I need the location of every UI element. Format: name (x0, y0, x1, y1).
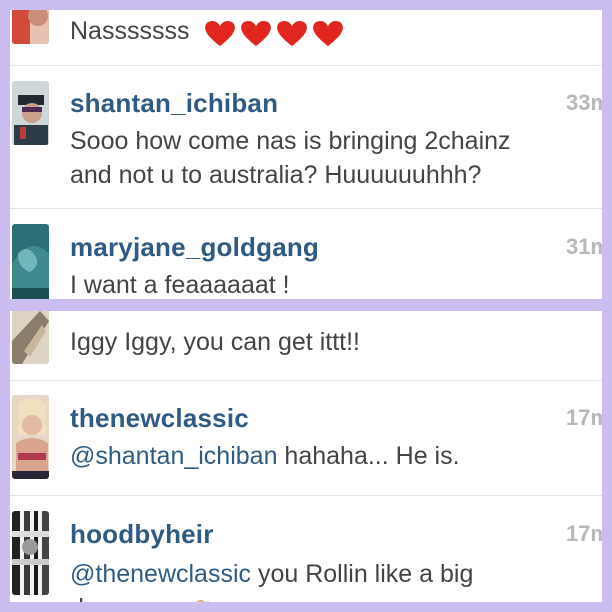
heart-icon (313, 20, 344, 46)
comment-row[interactable]: shantan_ichiban 33m Sooo how come nas is… (10, 66, 602, 209)
comment-text: Iggy Iggy, you can get ittt!! (70, 328, 360, 356)
timestamp: 33m (565, 90, 602, 115)
username[interactable]: maryjane_goldgang (70, 232, 319, 263)
comment-row[interactable]: Nasssssss (10, 10, 602, 66)
comment-row[interactable]: hoodbyheir 17m @thenewclassic you Rollin… (10, 497, 602, 602)
heart-icon (205, 20, 236, 46)
comment-text-value: Nasssssss (70, 17, 190, 45)
mention-link[interactable]: @shantan_ichiban (70, 442, 277, 470)
comment-row[interactable]: Iggy Iggy, you can get ittt!! (10, 311, 602, 381)
comment-text-line2: dawg now (70, 594, 183, 602)
comment-row[interactable]: thenewclassic 17m @shantan_ichiban hahah… (10, 381, 602, 496)
mention-link[interactable]: @thenewclassic (70, 560, 251, 588)
heart-icon (277, 20, 308, 46)
comment-text-line: and not u to australia? Huuuuuuhhh? (70, 161, 482, 189)
avatar[interactable] (12, 311, 49, 364)
username[interactable]: shantan_ichiban (70, 88, 278, 119)
avatar[interactable] (12, 10, 49, 44)
comment-text: Nasssssss (70, 14, 600, 49)
collage-frame: Nasssssss shantan_ichiban 33m Sooo how c… (10, 10, 602, 602)
avatar[interactable] (12, 395, 49, 479)
comment-text-rest: you Rollin like a big (251, 560, 474, 588)
heart-icon (241, 20, 272, 46)
comment-text: I want a feaaaaaat ! (70, 271, 290, 299)
avatar[interactable] (12, 81, 49, 145)
avatar[interactable] (12, 511, 49, 595)
comment-text: @shantan_ichiban hahaha... He is. (70, 439, 600, 473)
comments-panel-top[interactable]: Nasssssss shantan_ichiban 33m Sooo how c… (10, 10, 602, 299)
timestamp: 17m (565, 405, 602, 430)
comment-text-line: Sooo how come nas is bringing 2chainz (70, 127, 511, 155)
comment-row[interactable]: maryjane_goldgang 31m I want a feaaaaaat… (10, 210, 602, 299)
username[interactable]: hoodbyheir (70, 519, 214, 550)
comments-panel-bottom[interactable]: Iggy Iggy, you can get ittt!! thenewclas… (10, 311, 602, 602)
avatar[interactable] (12, 224, 49, 299)
timestamp: 17m (565, 521, 602, 546)
comment-text-line: dawg now (70, 591, 600, 602)
comment-text-line: @thenewclassic you Rollin like a big (70, 557, 600, 591)
comment-text-rest: hahaha... He is. (277, 442, 460, 470)
timestamp: 31m (565, 234, 602, 259)
clapping-hands-icon (196, 600, 209, 602)
hearts-group (204, 15, 348, 49)
username[interactable]: thenewclassic (70, 403, 249, 434)
